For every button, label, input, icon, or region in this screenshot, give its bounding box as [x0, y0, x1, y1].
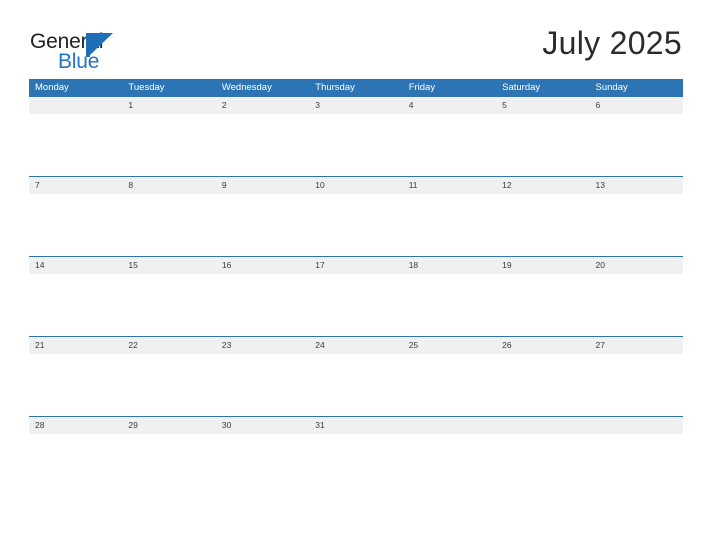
week-date-band: 28 29 30 31: [29, 417, 683, 434]
day-cell[interactable]: [496, 417, 589, 434]
day-cell[interactable]: 13: [590, 177, 683, 194]
weekday-header-tuesday: Tuesday: [128, 82, 165, 93]
page-header: General Blue July 2025: [0, 0, 712, 79]
weekday-header-monday: Monday: [35, 82, 69, 93]
day-cell[interactable]: [590, 417, 683, 434]
day-cell[interactable]: 16: [216, 257, 309, 274]
week-note-area[interactable]: [29, 274, 683, 336]
weekday-header-thursday: Thursday: [315, 82, 355, 93]
brand-name-blue: Blue: [58, 50, 100, 73]
day-cell[interactable]: 22: [122, 337, 215, 354]
day-cell[interactable]: 27: [590, 337, 683, 354]
weekday-header-wednesday: Wednesday: [221, 82, 272, 93]
week-row: 7 8 9 10 11 12 13: [29, 176, 683, 256]
day-cell[interactable]: 1: [122, 97, 215, 114]
day-cell[interactable]: 28: [29, 417, 122, 434]
week-note-area[interactable]: [29, 114, 683, 176]
weekday-header-sunday: Sunday: [595, 82, 628, 93]
day-cell[interactable]: 26: [496, 337, 589, 354]
day-cell[interactable]: [403, 417, 496, 434]
week-date-band: 14 15 16 17 18 19 20: [29, 257, 683, 274]
day-cell[interactable]: 31: [309, 417, 402, 434]
day-cell[interactable]: [29, 97, 122, 114]
week-date-band: 7 8 9 10 11 12 13: [29, 177, 683, 194]
week-row: 21 22 23 24 25 26 27: [29, 336, 683, 416]
day-cell[interactable]: 25: [403, 337, 496, 354]
week-note-area[interactable]: [29, 194, 683, 256]
day-cell[interactable]: 11: [403, 177, 496, 194]
day-cell[interactable]: 7: [29, 177, 122, 194]
week-row: 14 15 16 17 18 19 20: [29, 256, 683, 336]
week-row: 1 2 3 4 5 6: [29, 96, 683, 176]
day-cell[interactable]: 6: [590, 97, 683, 114]
week-date-band: 1 2 3 4 5 6: [29, 97, 683, 114]
weekday-header-row: Monday Tuesday Wednesday Thursday Friday…: [29, 79, 683, 96]
day-cell[interactable]: 2: [216, 97, 309, 114]
weekday-header-saturday: Saturday: [502, 82, 541, 93]
day-cell[interactable]: 21: [29, 337, 122, 354]
week-date-band: 21 22 23 24 25 26 27: [29, 337, 683, 354]
day-cell[interactable]: 30: [216, 417, 309, 434]
day-cell[interactable]: 24: [309, 337, 402, 354]
week-row: 28 29 30 31: [29, 416, 683, 496]
day-cell[interactable]: 3: [309, 97, 402, 114]
day-cell[interactable]: 15: [122, 257, 215, 274]
calendar-grid: Monday Tuesday Wednesday Thursday Friday…: [29, 79, 683, 496]
calendar-page: General Blue July 2025 Monday Tuesday We…: [0, 0, 712, 550]
day-cell[interactable]: 9: [216, 177, 309, 194]
day-cell[interactable]: 5: [496, 97, 589, 114]
week-note-area[interactable]: [29, 354, 683, 416]
day-cell[interactable]: 23: [216, 337, 309, 354]
week-note-area[interactable]: [29, 434, 683, 496]
weekday-header-friday: Friday: [408, 82, 436, 93]
day-cell[interactable]: 20: [590, 257, 683, 274]
day-cell[interactable]: 10: [309, 177, 402, 194]
day-cell[interactable]: 18: [403, 257, 496, 274]
page-title: July 2025: [542, 25, 682, 61]
day-cell[interactable]: 17: [309, 257, 402, 274]
day-cell[interactable]: 4: [403, 97, 496, 114]
brand-logo[interactable]: General Blue: [30, 31, 150, 75]
day-cell[interactable]: 8: [122, 177, 215, 194]
day-cell[interactable]: 29: [122, 417, 215, 434]
day-cell[interactable]: 14: [29, 257, 122, 274]
day-cell[interactable]: 12: [496, 177, 589, 194]
day-cell[interactable]: 19: [496, 257, 589, 274]
